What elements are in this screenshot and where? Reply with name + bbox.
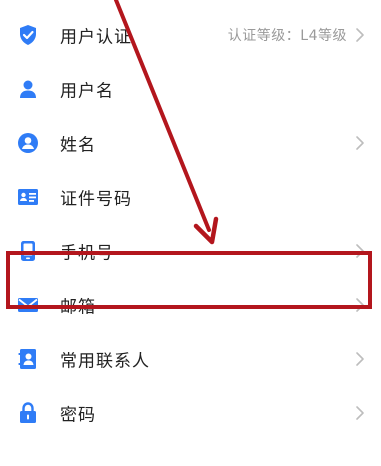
id-card-icon (16, 185, 40, 209)
lock-icon (16, 401, 40, 425)
menu-item-frequent-contacts[interactable]: 常用联系人 (0, 332, 381, 386)
menu-item-label: 常用联系人 (60, 351, 150, 372)
chevron-right-icon (356, 406, 364, 420)
mobile-phone-icon (16, 239, 40, 263)
menu-item-label: 姓名 (60, 135, 96, 156)
menu-item-name[interactable]: 姓名 (0, 116, 381, 170)
menu-item-label: 用户认证 (60, 27, 132, 48)
chevron-right-icon (356, 136, 364, 150)
menu-item-username[interactable]: 用户名 (0, 62, 381, 116)
menu-item-password[interactable]: 密码 (0, 386, 381, 440)
shield-check-icon (16, 23, 40, 47)
menu-item-label: 证件号码 (60, 189, 132, 210)
verification-level-value: 认证等级：L4等级 (227, 28, 347, 44)
menu-item-user-verification[interactable]: 用户认证 认证等级：L4等级 (0, 8, 381, 62)
menu-item-email[interactable]: 邮箱 (0, 278, 381, 332)
person-icon (16, 77, 40, 101)
menu-item-label: 用户名 (60, 81, 114, 102)
chevron-right-icon (356, 298, 364, 312)
menu-item-label: 邮箱 (60, 297, 96, 318)
menu-item-phone-number[interactable]: 手机号 (0, 224, 381, 278)
chevron-right-icon (356, 244, 364, 258)
account-settings-screen: 用户认证 认证等级：L4等级 用户名 姓名 证件号码 手机号 邮箱 常用联系人 … (0, 0, 381, 466)
chevron-right-icon (356, 352, 364, 366)
user-circle-icon (16, 131, 40, 155)
mail-icon (16, 293, 40, 317)
chevron-right-icon (356, 28, 364, 42)
menu-list: 用户认证 认证等级：L4等级 用户名 姓名 证件号码 手机号 邮箱 常用联系人 … (0, 8, 381, 440)
menu-item-label: 手机号 (60, 243, 114, 264)
menu-item-id-number[interactable]: 证件号码 (0, 170, 381, 224)
menu-item-label: 密码 (60, 405, 96, 426)
contacts-icon (16, 347, 40, 371)
